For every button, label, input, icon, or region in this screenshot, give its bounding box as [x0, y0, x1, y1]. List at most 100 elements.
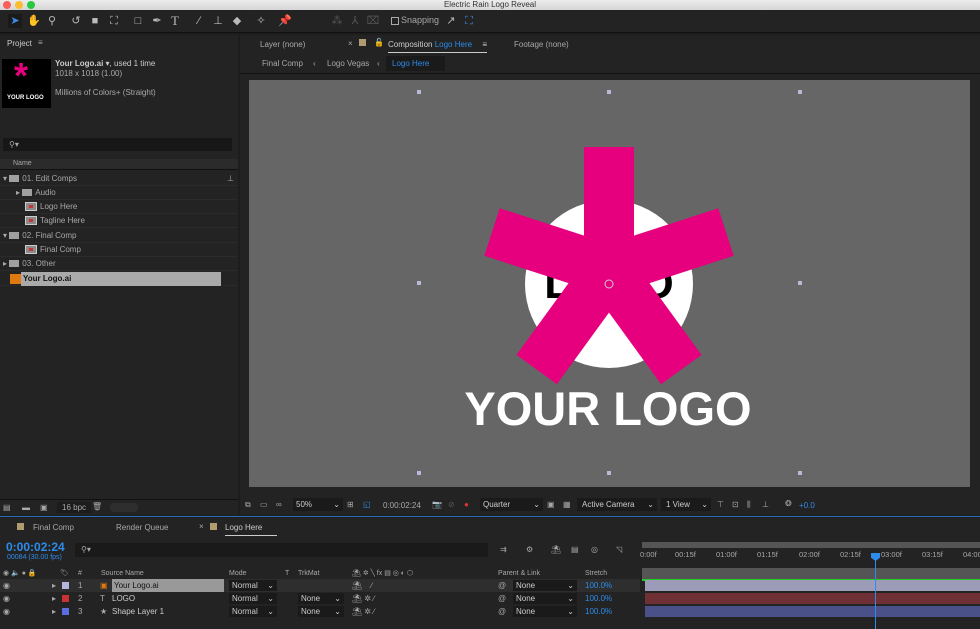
work-area-range[interactable] — [642, 568, 980, 579]
transform-handle[interactable] — [797, 280, 803, 286]
layer-label-color[interactable] — [62, 595, 69, 602]
mode-select[interactable]: Normal ⌄ — [229, 606, 277, 617]
composition-viewer[interactable]: LOGO YOUR LOGO — [249, 80, 970, 487]
transform-handle[interactable] — [416, 470, 422, 476]
transform-handle[interactable] — [797, 89, 803, 95]
axis-view-icon[interactable]: ⌧ — [366, 14, 380, 28]
axis-local-icon[interactable]: ⁂ — [330, 14, 344, 28]
pan-behind-tool-icon[interactable]: ⛶ — [107, 14, 121, 28]
frame-blending-icon[interactable]: ▤ — [571, 545, 579, 554]
transform-handle[interactable] — [797, 470, 803, 476]
tab-final-comp[interactable]: Final Comp — [33, 523, 74, 532]
visibility-eye-icon[interactable]: ◉ — [3, 592, 10, 605]
column-header[interactable]: Name — [0, 159, 238, 170]
camera-tool-icon[interactable]: ■ — [88, 14, 102, 28]
breadcrumb-logo-vegas[interactable]: Logo Vegas — [327, 59, 369, 68]
puppet-pin-tool-icon[interactable]: 📌 — [278, 14, 292, 28]
tab-render-queue[interactable]: Render Queue — [116, 523, 168, 532]
zoom-tool-icon[interactable]: ⚲ — [45, 14, 59, 28]
project-item-folder[interactable]: ▸ 03. Other — [0, 257, 238, 271]
rectangle-tool-icon[interactable]: □ — [131, 14, 145, 28]
layer-row[interactable]: ◉ ▸ 3 ★ Shape Layer 1 Normal ⌄ None ⌄ ⛱ ✲ ∕ @ None ⌄… — [0, 605, 640, 618]
layer-duration-bar[interactable] — [645, 593, 980, 604]
mode-select[interactable]: Normal ⌄ — [229, 593, 277, 604]
trash-icon[interactable]: 🗑 — [92, 502, 102, 511]
project-item-comp[interactable]: Tagline Here — [0, 214, 238, 228]
snapshot-icon[interactable]: 📷 — [432, 500, 442, 509]
close-tab-icon[interactable]: × — [348, 39, 353, 48]
motion-blur-icon[interactable]: ◎ — [591, 545, 598, 554]
project-search-input[interactable]: ⚲▾ — [3, 138, 232, 151]
vr-goggles-icon[interactable]: ∞ — [276, 500, 282, 509]
layer-switches-icons[interactable]: ⛱ ∕ — [352, 579, 372, 592]
close-tab-icon[interactable]: × — [199, 522, 204, 531]
close-window-button[interactable] — [3, 1, 11, 9]
region-of-interest-icon[interactable]: ▣ — [547, 500, 555, 509]
monitor-icon[interactable]: ▭ — [260, 500, 268, 509]
exposure-value[interactable]: +0.0 — [799, 501, 815, 510]
axis-world-icon[interactable]: ⅄ — [348, 14, 362, 28]
minimize-window-button[interactable] — [15, 1, 23, 9]
interpret-footage-icon[interactable]: ▤ — [3, 503, 11, 512]
current-time-display[interactable]: 0:00:02:24 — [383, 501, 421, 510]
flowchart-icon[interactable]: ⊥ — [227, 172, 234, 186]
brush-tool-icon[interactable]: ∕ — [192, 14, 206, 28]
comp-mini-flowchart-icon[interactable]: ⇉ — [500, 545, 507, 554]
layer-label-color[interactable] — [62, 608, 69, 615]
layer-duration-bar[interactable] — [645, 606, 980, 617]
transform-handle[interactable] — [416, 280, 422, 286]
layer-source-name[interactable]: LOGO — [112, 592, 224, 605]
timeline-current-time[interactable]: 0:00:02:24 — [6, 540, 65, 554]
rgb-channels-icon[interactable]: ● — [464, 500, 469, 509]
new-composition-icon[interactable]: ▣ — [40, 503, 48, 512]
roto-brush-tool-icon[interactable]: ✧ — [254, 14, 268, 28]
type-tool-icon[interactable]: T — [168, 14, 182, 28]
layer-source-name[interactable]: Your Logo.ai — [112, 579, 224, 592]
expand-layer-icon[interactable]: ▸ — [52, 579, 56, 592]
breadcrumb-final-comp[interactable]: Final Comp — [262, 59, 303, 68]
tab-layer[interactable]: Layer (none) — [260, 40, 305, 49]
playhead-line[interactable] — [875, 560, 876, 629]
zoom-select[interactable]: 50% ⌄ — [293, 498, 343, 511]
toggle-pixel-aspect-icon[interactable]: ⊤ — [717, 500, 724, 509]
project-item-folder[interactable]: ▸ Audio — [0, 186, 238, 200]
project-item-comp[interactable]: Logo Here — [0, 200, 238, 214]
layer-switches-icons[interactable]: ⛱ ✲ ∕ — [352, 605, 375, 618]
rotate-tool-icon[interactable]: ↺ — [69, 14, 83, 28]
resolution-select[interactable]: Quarter ⌄ — [480, 498, 543, 511]
breadcrumb-logo-here[interactable]: Logo Here — [386, 56, 445, 71]
expand-layer-icon[interactable]: ▸ — [52, 605, 56, 618]
stretch-value[interactable]: 100.0% — [585, 592, 612, 605]
always-preview-icon[interactable]: ⧉ — [245, 500, 251, 510]
new-folder-icon[interactable]: ▬ — [22, 503, 30, 512]
timeline-icon[interactable]: ⫼ — [747, 500, 751, 510]
tab-footage[interactable]: Footage (none) — [514, 40, 569, 49]
layer-row[interactable]: ◉ ▸ 1 ▣ Your Logo.ai Normal ⌄ ⛱ ∕ @ None ⌄ 100.0% — [0, 579, 640, 592]
column-source-name[interactable]: Source Name — [101, 570, 144, 577]
project-item-comp[interactable]: Final Comp — [0, 243, 238, 257]
camera-select[interactable]: Active Camera ⌄ — [577, 498, 657, 511]
layer-row[interactable]: ◉ ▸ 2 T LOGO Normal ⌄ None ⌄ ⛱ ✲ ∕ @ None ⌄ 100.0% — [0, 592, 640, 605]
flowchart-icon[interactable]: ⊥ — [762, 500, 769, 509]
project-item-ai-file[interactable]: Your Logo.ai — [0, 272, 238, 286]
parent-select[interactable]: None ⌄ — [513, 593, 577, 604]
pick-whip-icon[interactable]: @ — [498, 592, 506, 605]
visibility-eye-icon[interactable]: ◉ — [3, 579, 10, 592]
transparency-grid-icon[interactable]: ▦ — [563, 500, 571, 509]
snap-features-icon[interactable]: ⛶ — [462, 14, 476, 28]
mask-visibility-icon[interactable]: ◱ — [363, 500, 371, 509]
trkmat-select[interactable]: None ⌄ — [298, 606, 344, 617]
trkmat-select[interactable]: None ⌄ — [298, 593, 344, 604]
work-area-bar[interactable] — [642, 542, 980, 548]
project-scrollbar[interactable] — [110, 503, 138, 512]
transform-handle[interactable] — [606, 89, 612, 95]
timeline-search-input[interactable]: ⚲▾ — [75, 543, 488, 557]
transform-handle[interactable] — [416, 89, 422, 95]
stretch-value[interactable]: 100.0% — [585, 605, 612, 618]
snap-edges-icon[interactable]: ↗ — [444, 14, 458, 28]
exposure-reset-icon[interactable]: ❂ — [785, 499, 792, 508]
pick-whip-icon[interactable]: @ — [498, 579, 506, 592]
shy-layers-icon[interactable]: ⛱ — [551, 545, 561, 554]
expand-layer-icon[interactable]: ▸ — [52, 592, 56, 605]
panel-menu-icon[interactable]: ≡ — [38, 38, 43, 47]
